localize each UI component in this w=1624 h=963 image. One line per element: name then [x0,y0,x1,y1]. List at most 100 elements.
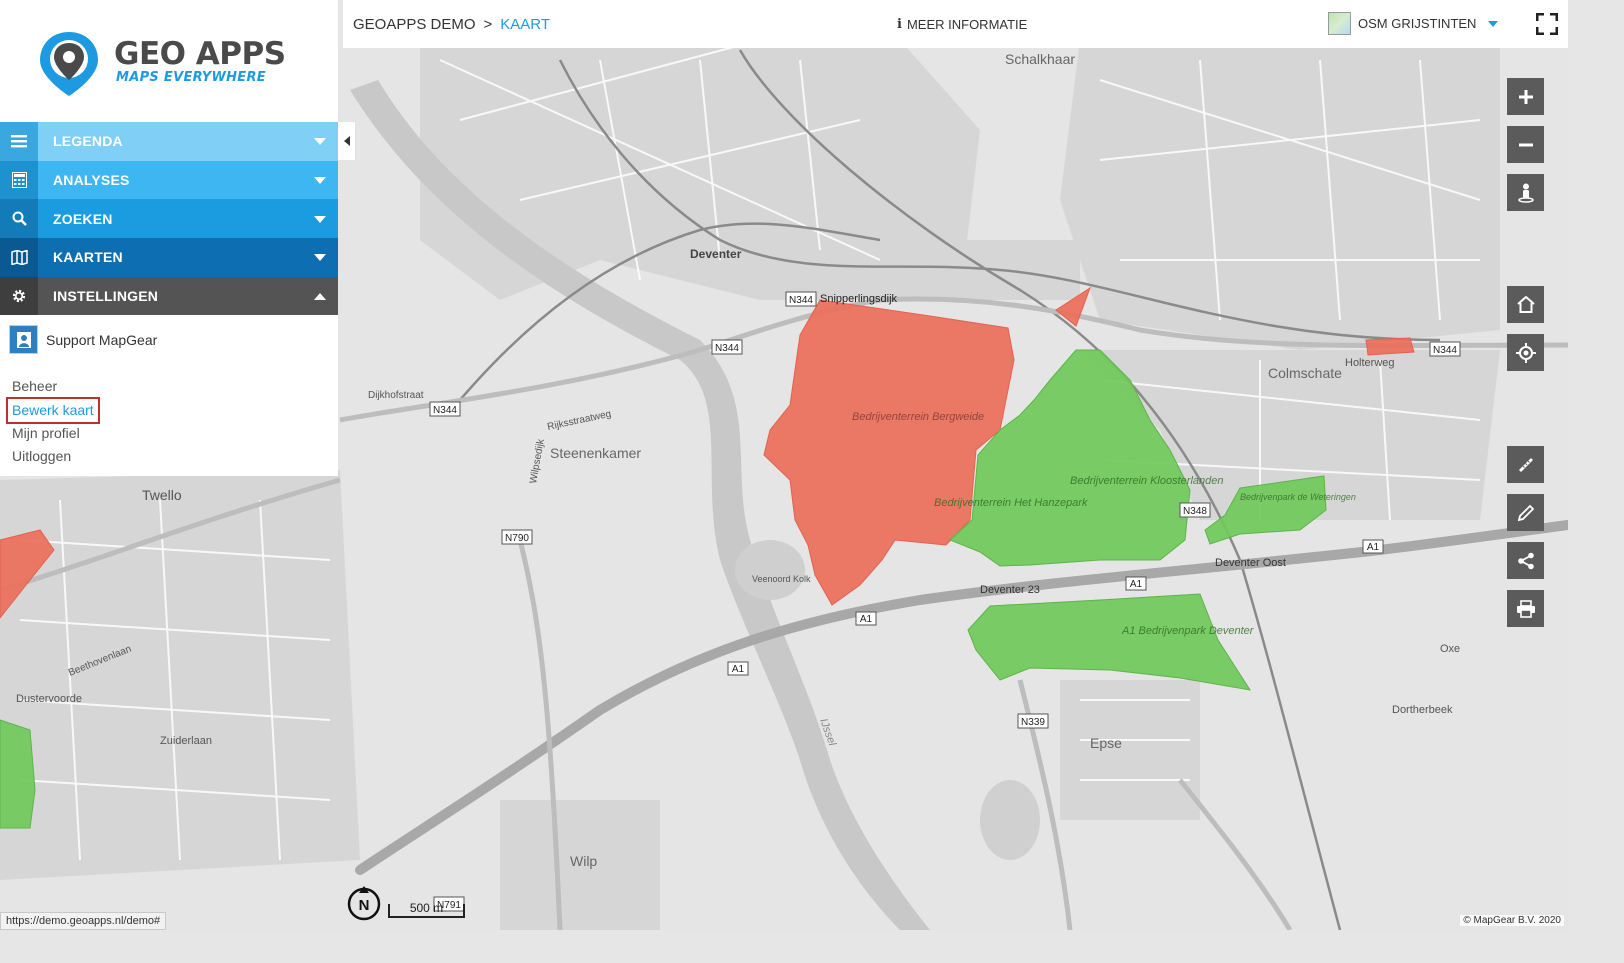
svg-text:N790: N790 [505,533,529,544]
svg-text:A1: A1 [732,664,745,675]
shield-a1-1: A1 [855,611,877,626]
fullscreen-icon [1535,13,1558,35]
shield-n790: N790 [501,529,533,545]
svg-text:N344: N344 [1433,345,1457,356]
streetview-icon [1517,183,1534,203]
zoom-out-icon [1518,143,1533,146]
support-user[interactable]: Support MapGear [9,325,158,355]
search-icon [0,199,38,239]
zoom-out-button[interactable] [1507,126,1544,163]
svg-text:A1: A1 [860,614,873,625]
edit-button[interactable] [1507,494,1544,531]
link-uitloggen[interactable]: Uitloggen [12,445,98,468]
collapse-sidebar-button[interactable] [338,122,355,160]
compass-icon: N [347,886,381,921]
basemap-thumbnail-icon [1328,12,1351,35]
link-bewerk-kaart[interactable]: Bewerk kaart [6,396,100,424]
list-icon [0,122,38,161]
zoom-in-button[interactable] [1507,78,1544,115]
svg-text:N344: N344 [789,295,813,306]
menu-legenda-label: LEGENDA [53,133,123,150]
label-epse: Epse [1090,735,1122,751]
label-weteringen: Bedrijvenpark de Weteringen [1240,492,1356,502]
info-icon: i [897,17,902,32]
link-mijn-profiel[interactable]: Mijn profiel [12,422,98,445]
scale-label: 500 m [409,901,444,915]
shield-n344-3: N344 [429,401,461,417]
link-beheer[interactable]: Beheer [12,375,98,398]
locate-button[interactable] [1507,334,1544,371]
label-dortherbeek: Dortherbeek [1392,704,1453,716]
menu-legenda[interactable]: LEGENDA [0,122,338,161]
label-a1-bedrijvenpark: A1 Bedrijvenpark Deventer [1121,625,1255,637]
print-button[interactable] [1507,590,1544,627]
brand-logo[interactable]: GEO APPS MAPS EVERYWHERE [0,0,338,122]
label-schalkhaar: Schalkhaar [1005,51,1075,67]
breadcrumb-separator: > [483,16,493,33]
svg-text:A1: A1 [1367,542,1380,553]
chevron-down-icon [314,215,326,223]
chevron-left-icon [343,136,350,146]
breadcrumb-current: KAART [500,16,551,33]
more-info-button[interactable]: i MEER INFORMATIE [897,17,1027,32]
support-label: Support MapGear [46,331,158,348]
measure-icon [1518,457,1533,472]
print-icon [1516,599,1535,618]
copyright-notice: © MapGear B.V. 2020 [1460,915,1564,926]
fullscreen-button[interactable] [1525,0,1568,48]
shield-n344-1: N344 [785,291,817,307]
svg-text:N344: N344 [433,405,457,416]
label-zuiderlaan: Zuiderlaan [160,735,212,747]
geoapps-logo-icon [40,32,98,96]
share-button[interactable] [1507,542,1544,579]
label-wilp: Wilp [570,853,597,869]
status-url: https://demo.geoapps.nl/demo# [0,912,167,930]
svg-text:A1: A1 [1130,579,1143,590]
shield-a1-3: A1 [1125,576,1147,591]
label-steenenkamer: Steenenkamer [550,445,641,461]
label-hanzepark: Bedrijventerrein Het Hanzepark [934,497,1088,509]
locate-icon [1515,342,1536,363]
label-dustervoorde: Dustervoorde [16,693,82,705]
shield-a1-4: A1 [1362,539,1384,554]
menu-kaarten[interactable]: KAARTEN [0,238,338,277]
label-deventer-23: Deventer 23 [980,584,1040,596]
label-deventer-oost: Deventer Oost [1215,557,1286,569]
shield-n344-4: N344 [1429,341,1461,357]
label-colmschate: Colmschate [1268,365,1342,381]
svg-text:N348: N348 [1183,506,1207,517]
more-info-label: MEER INFORMATIE [906,17,1028,32]
brand-subtitle: MAPS EVERYWHERE [116,70,266,85]
sidebar: GEO APPS MAPS EVERYWHERE LEGENDA ANALYSE… [0,0,338,476]
label-twello: Twello [142,487,182,503]
menu-analyses[interactable]: ANALYSES [0,160,338,200]
basemap-selector[interactable]: OSM GRIJSTINTEN [1328,12,1499,35]
gear-icon [0,276,38,316]
north-arrow[interactable]: N [346,886,382,922]
top-bar: GEOAPPS DEMO > KAART i MEER INFORMATIE OSM… [343,0,1525,48]
label-snipperlingsdijk: Snipperlingsdijk [820,293,898,305]
home-icon [1516,296,1535,313]
streetview-button[interactable] [1507,174,1544,211]
chevron-up-icon [314,293,326,301]
menu-kaarten-label: KAARTEN [53,249,123,266]
svg-text:N339: N339 [1021,717,1045,728]
map-icon [0,238,38,277]
settings-links: Beheer Bewerk kaart Mijn profiel Uitlogg… [6,375,100,468]
home-button[interactable] [1507,286,1544,323]
brand-title: GEO APPS [114,36,286,72]
menu-instellingen[interactable]: INSTELLINGEN [0,276,338,316]
label-oxe: Oxe [1440,643,1460,655]
menu-zoeken[interactable]: ZOEKEN [0,199,338,239]
measure-button[interactable] [1507,446,1544,483]
shield-n348: N348 [1179,502,1211,518]
svg-text:N: N [359,897,370,914]
breadcrumb: GEOAPPS DEMO > KAART [353,16,550,33]
shield-n344-2: N344 [711,339,743,355]
settings-panel: Support MapGear Beheer Bewerk kaart Mijn… [0,315,338,476]
shield-n339: N339 [1017,713,1049,729]
menu-analyses-label: ANALYSES [53,172,130,189]
basemap-label: OSM GRIJSTINTEN [1358,16,1477,31]
breadcrumb-app[interactable]: GEOAPPS DEMO [353,16,476,33]
menu-zoeken-label: ZOEKEN [53,210,113,227]
